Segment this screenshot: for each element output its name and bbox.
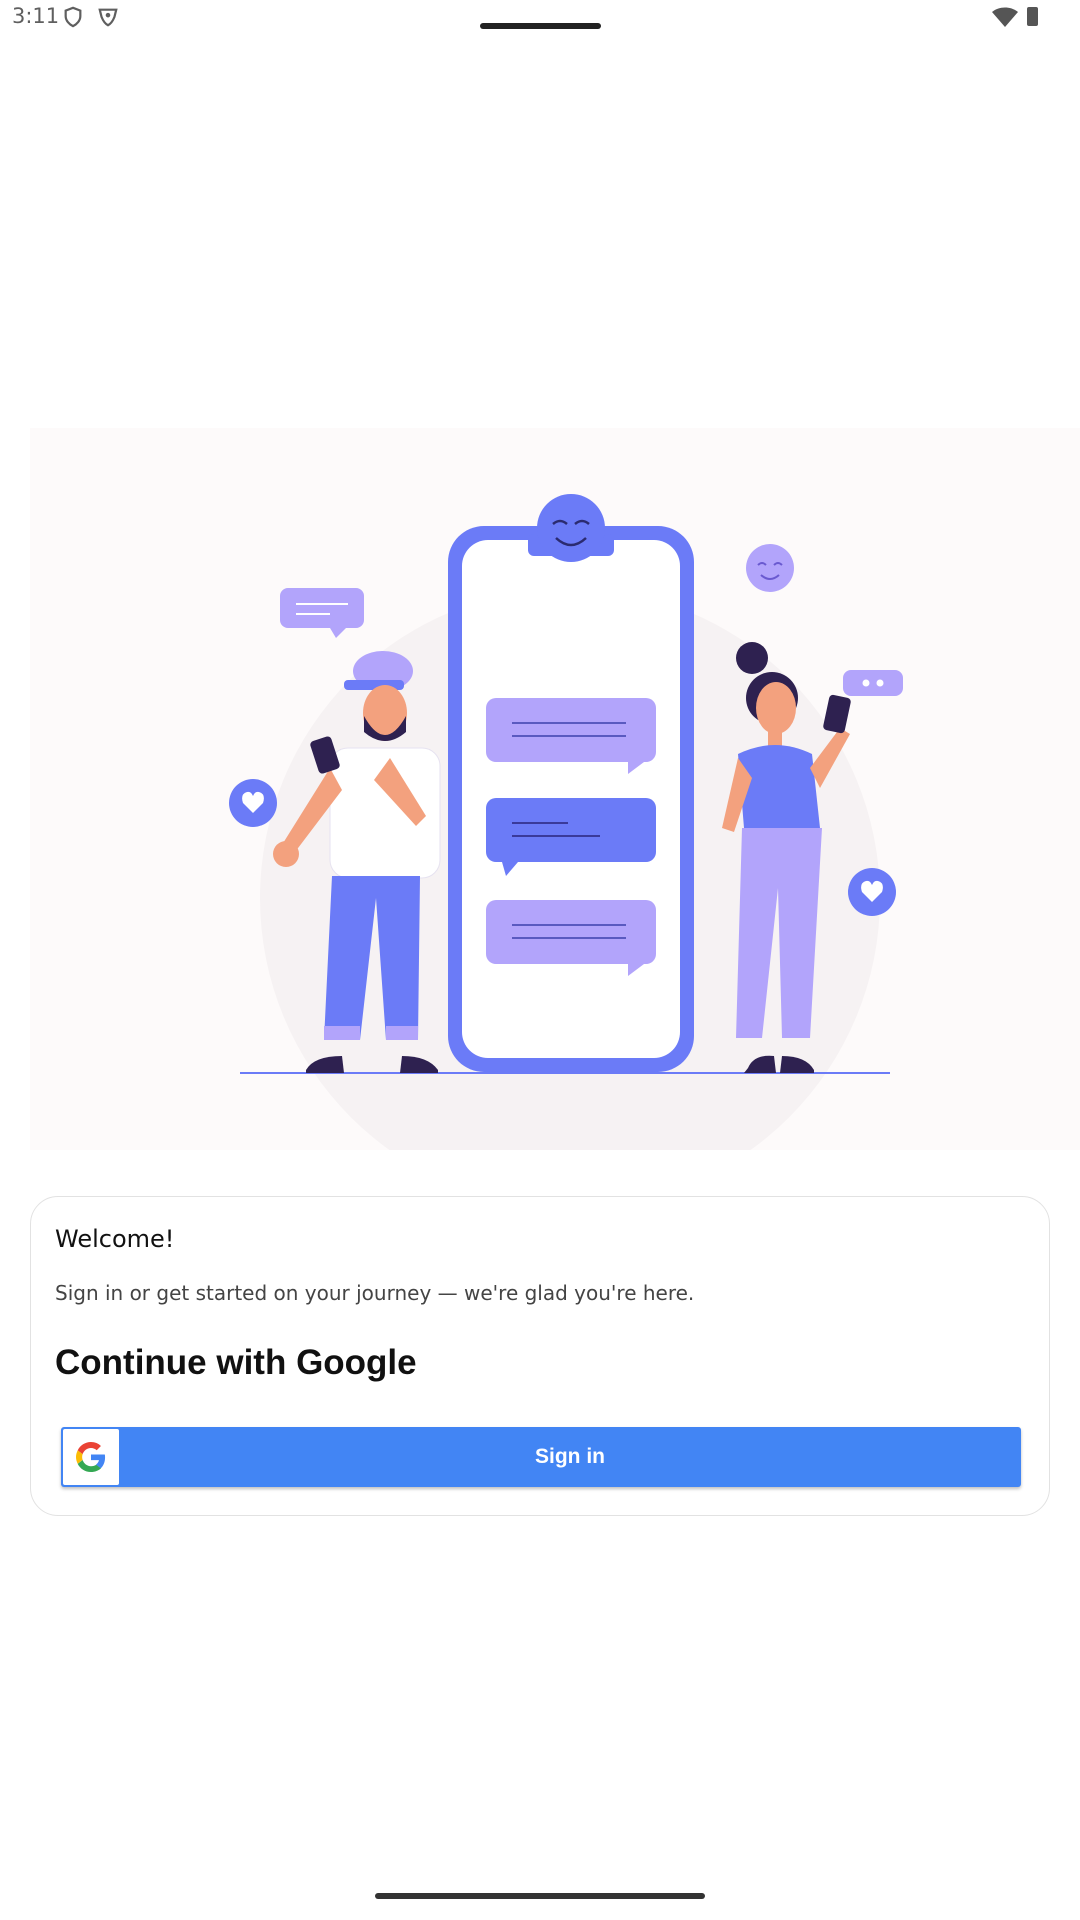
status-time: 3:11	[12, 4, 60, 28]
people-chatting-illustration	[30, 428, 1080, 1150]
smiley-icon	[746, 544, 794, 592]
smiley-icon	[537, 494, 605, 562]
continue-heading: Continue with Google	[55, 1343, 417, 1382]
home-indicator[interactable]	[375, 1893, 705, 1899]
welcome-subtitle: Sign in or get started on your journey —…	[55, 1281, 695, 1305]
chat-bubble	[486, 798, 656, 862]
chat-bubble	[486, 698, 656, 762]
camera-cutout	[480, 23, 601, 29]
message-bubble-icon	[280, 588, 364, 628]
battery-icon	[1027, 7, 1038, 26]
welcome-title: Welcome!	[55, 1225, 175, 1253]
wifi-icon	[992, 6, 1018, 28]
vpn-icon	[97, 6, 119, 28]
chat-bubble	[486, 900, 656, 964]
status-bar: 3:11	[0, 0, 1080, 48]
shield-icon	[62, 6, 84, 28]
google-logo-icon	[63, 1429, 119, 1485]
typing-bubble-icon	[843, 670, 903, 696]
google-sign-in-button[interactable]: Sign in	[61, 1427, 1021, 1487]
sign-in-card: Welcome! Sign in or get started on your …	[30, 1196, 1050, 1516]
sign-in-label: Sign in	[535, 1445, 605, 1468]
